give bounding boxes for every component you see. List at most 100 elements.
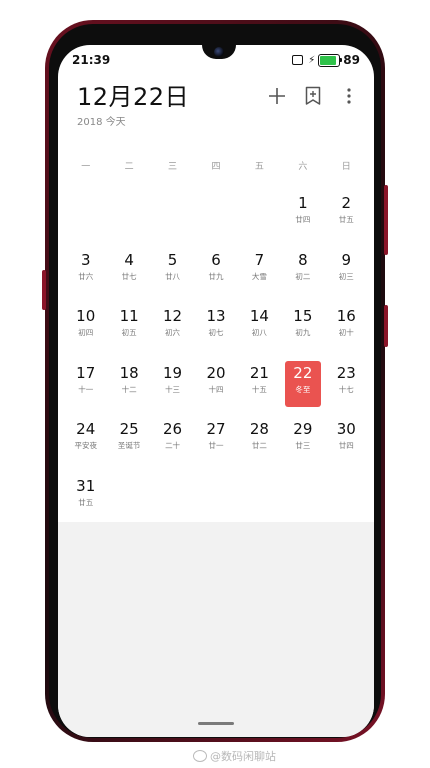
weibo-icon (193, 750, 207, 762)
day-number: 9 (341, 250, 352, 269)
day-cell[interactable]: 10 初四 (64, 304, 107, 361)
day-cell[interactable]: 20 十四 (194, 361, 237, 418)
lunar-date: 初六 (165, 328, 181, 337)
day-cell[interactable]: 28 廿二 (238, 417, 281, 474)
page-title: 12月22日 (77, 83, 190, 111)
lunar-date: 廿八 (165, 271, 181, 281)
weekday-label: 日 (341, 162, 351, 172)
lunar-date: 初二 (295, 271, 311, 281)
lunar-date: 初十 (338, 328, 354, 337)
lunar-date: 十五 (251, 384, 267, 394)
home-indicator[interactable] (198, 722, 234, 725)
day-number: 22 (293, 363, 313, 382)
lunar-date: 十四 (208, 384, 224, 394)
day-cell[interactable]: 2 廿五 (325, 191, 368, 248)
empty-cell (64, 191, 107, 248)
day-number: 11 (119, 307, 139, 325)
day-cell[interactable]: 15 初九 (281, 304, 324, 361)
day-cell-selected[interactable]: 22 冬至 (281, 360, 324, 418)
volume-button (42, 270, 46, 310)
day-cell[interactable]: 11 初五 (107, 304, 150, 361)
lunar-date: 廿二 (251, 441, 267, 450)
lunar-date: 初九 (295, 328, 311, 337)
lunar-date: 廿一 (208, 441, 224, 450)
day-number: 10 (76, 307, 96, 325)
lunar-date: 廿五 (338, 215, 354, 224)
day-cell[interactable]: 8 初二 (281, 248, 324, 305)
events-area (58, 522, 374, 737)
lunar-date: 十三 (165, 384, 181, 394)
watermark-text: @数码闲聊站 (210, 750, 276, 763)
day-cell[interactable]: 3 廿六 (64, 248, 107, 305)
month-grid: 1 廿四 2 廿五 3 廿六 4 廿七 5 廿八 6 廿九 7 大雪 8 初二 9 初三 10 初四 11 初五 12 初六 1… (64, 191, 368, 530)
status-time: 21:39 (72, 53, 111, 67)
day-number: 18 (119, 363, 139, 382)
day-cell[interactable]: 21 十五 (238, 361, 281, 418)
battery-icon (318, 53, 343, 67)
lunar-date: 廿九 (208, 271, 224, 281)
screen: 21:39 ⚡ 89 12月22日 2018 今天 一 二 三 四 五 六 日 … (58, 45, 374, 737)
today-label[interactable]: 今天 (106, 117, 126, 128)
lunar-date: 圣诞节 (117, 441, 141, 450)
lunar-date: 初四 (78, 328, 94, 337)
lunar-date: 冬至 (295, 384, 311, 394)
calendar-header: 12月22日 2018 今天 (58, 69, 374, 143)
day-number: 24 (76, 420, 96, 438)
header-actions (266, 85, 360, 107)
bookmark-add-icon[interactable] (302, 85, 324, 107)
lunar-date: 十一 (78, 384, 94, 394)
day-cell[interactable]: 27 廿一 (194, 417, 237, 474)
day-number: 23 (336, 363, 356, 382)
day-cell[interactable]: 23 十七 (325, 361, 368, 418)
day-cell[interactable]: 16 初十 (325, 304, 368, 361)
day-cell[interactable]: 26 二十 (151, 417, 194, 474)
empty-cell (238, 191, 281, 248)
day-number: 3 (80, 250, 91, 269)
day-cell[interactable]: 9 初三 (325, 248, 368, 305)
weekday-label: 四 (211, 162, 221, 172)
year-line: 2018 今天 (77, 113, 126, 128)
day-cell[interactable]: 4 廿七 (107, 248, 150, 305)
day-cell[interactable]: 6 廿九 (194, 248, 237, 305)
day-cell[interactable]: 18 十二 (107, 361, 150, 418)
lunar-date: 十二 (121, 384, 137, 394)
lunar-date: 二十 (165, 441, 181, 450)
day-number: 29 (293, 420, 313, 438)
lunar-date: 平安夜 (74, 441, 97, 450)
status-bar: 21:39 ⚡ 89 (58, 51, 374, 69)
empty-cell (151, 191, 194, 248)
day-cell[interactable]: 17 十一 (64, 361, 107, 418)
year-label: 2018 (77, 117, 103, 128)
plus-icon[interactable] (266, 85, 288, 107)
day-number: 20 (206, 363, 226, 382)
screen-icon (292, 55, 304, 65)
weekday-label: 五 (254, 162, 264, 172)
lunar-date: 廿六 (78, 271, 94, 281)
watermark: @数码闲聊站 (193, 748, 276, 764)
day-cell[interactable]: 29 廿三 (281, 417, 324, 474)
day-number: 4 (124, 250, 134, 269)
day-cell[interactable]: 5 廿八 (151, 248, 194, 305)
day-cell[interactable]: 14 初八 (238, 304, 281, 361)
day-cell[interactable]: 12 初六 (151, 304, 194, 361)
more-vertical-icon[interactable] (338, 85, 360, 107)
day-number: 19 (163, 363, 183, 382)
lunar-date: 初五 (121, 328, 137, 337)
day-cell[interactable]: 24 平安夜 (64, 417, 107, 474)
day-cell[interactable]: 30 廿四 (325, 417, 368, 474)
lunar-date: 廿四 (295, 215, 311, 224)
day-cell[interactable]: 19 十三 (151, 361, 194, 418)
weekday-label: 二 (124, 162, 134, 172)
day-number: 12 (163, 307, 183, 325)
day-cell[interactable]: 1 廿四 (281, 191, 324, 248)
side-button (384, 305, 388, 347)
day-number: 30 (336, 420, 356, 438)
status-icons: ⚡ 89 (292, 53, 360, 67)
day-cell[interactable]: 25 圣诞节 (107, 417, 150, 474)
weekday-label: 三 (168, 162, 178, 172)
day-number: 5 (167, 250, 178, 269)
lunar-date: 初七 (208, 328, 224, 337)
day-cell[interactable]: 13 初七 (194, 304, 237, 361)
day-number: 17 (76, 363, 96, 382)
day-cell[interactable]: 7 大雪 (238, 248, 281, 305)
